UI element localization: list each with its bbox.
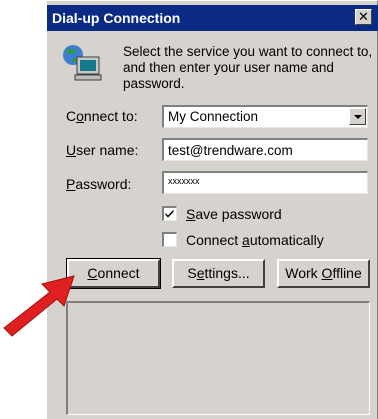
close-icon: ✕: [358, 10, 369, 25]
password-field[interactable]: xxxxxxx: [162, 171, 368, 194]
connect-to-label: Connect to:: [66, 108, 138, 124]
checkmark-icon: [165, 209, 174, 218]
computer-network-icon: [63, 45, 102, 81]
intro-text: Select the service you want to connect t…: [123, 44, 373, 91]
dial-up-dialog: Dial-up Connection ✕ Select the service …: [45, 0, 378, 419]
status-pane: [66, 301, 370, 415]
work-offline-button[interactable]: Work Offline: [277, 259, 370, 288]
user-name-field[interactable]: [162, 138, 368, 161]
close-button[interactable]: ✕: [355, 9, 372, 25]
chevron-down-icon[interactable]: [349, 108, 366, 125]
connect-to-dropdown[interactable]: My Connection: [162, 105, 368, 128]
title-bar: Dial-up Connection ✕: [47, 5, 378, 31]
save-password-label: Save password: [186, 206, 282, 222]
settings-button[interactable]: Settings...: [172, 259, 265, 288]
save-password-checkbox[interactable]: [162, 206, 177, 221]
connect-automatically-label: Connect automatically: [186, 232, 324, 248]
connect-to-value: My Connection: [168, 109, 259, 124]
connect-automatically-checkbox[interactable]: [162, 232, 177, 247]
password-mask: xxxxxxx: [168, 176, 200, 186]
red-arrow-icon: [3, 275, 75, 337]
user-name-input[interactable]: [168, 140, 367, 160]
password-label: Password:: [66, 176, 132, 192]
user-name-label: User name:: [66, 142, 139, 158]
window-title: Dial-up Connection: [52, 10, 181, 26]
connect-button[interactable]: Connect: [66, 258, 161, 289]
